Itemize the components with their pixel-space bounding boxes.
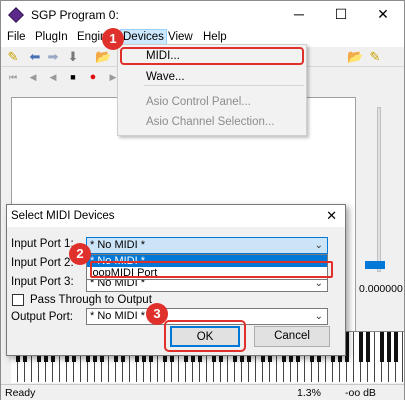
plugin-icon[interactable]: ✎ [5, 49, 21, 65]
input-port-1-select[interactable]: * No MIDI * ⌄ [86, 237, 328, 254]
menu-help[interactable]: Help [203, 31, 227, 43]
pass-through-checkbox[interactable] [12, 294, 24, 306]
title-bar: SGP Program 0: ─ ☐ ✕ [1, 1, 404, 29]
pass-through-label: Pass Through to Output [30, 294, 152, 306]
loopmidi-highlight-box [90, 261, 333, 278]
input-port-1-label: Input Port 1: [11, 238, 74, 250]
menu-item-wave[interactable]: Wave... [146, 71, 185, 83]
open-folder-icon[interactable]: 📂 [95, 49, 111, 65]
chevron-down-icon: ⌄ [314, 240, 323, 251]
menu-file[interactable]: File [7, 31, 26, 43]
app-icon [8, 7, 24, 23]
record-icon[interactable]: ● [85, 69, 101, 85]
edit-icon[interactable]: ✎ [367, 49, 383, 65]
piano-black-key[interactable] [380, 332, 384, 362]
chevron-down-icon: ⌄ [314, 311, 323, 322]
step-back-icon[interactable]: ◀ [45, 69, 61, 85]
rewind-start-icon[interactable]: ⏮ [5, 69, 21, 85]
down-arrow-icon[interactable]: ⬇ [65, 49, 81, 65]
cancel-button[interactable]: Cancel [254, 326, 330, 347]
input-port-3-label: Input Port 3: [11, 276, 74, 288]
menu-plugin[interactable]: PlugIn [35, 31, 68, 43]
input-port-1-value: * No MIDI * [90, 239, 146, 251]
status-bar: Ready 1.3% -oo dB [1, 384, 404, 400]
step-badge-1: 1 [102, 28, 124, 50]
piano-black-key[interactable] [366, 332, 370, 362]
status-db: -oo dB [345, 387, 376, 399]
menu-item-asio-channel-selection: Asio Channel Selection... [146, 116, 275, 128]
status-percent: 1.3% [297, 387, 321, 399]
input-port-2-label: Input Port 2: [11, 257, 74, 269]
piano-black-key[interactable] [359, 332, 363, 362]
maximize-button[interactable]: ☐ [324, 1, 358, 29]
menu-view[interactable]: View [168, 31, 193, 43]
dialog-close-button[interactable]: ✕ [326, 208, 337, 224]
piano-black-key[interactable] [394, 332, 398, 362]
output-port-label: Output Port: [11, 311, 74, 323]
forward-arrow-icon[interactable]: ➡ [45, 49, 61, 65]
menu-item-midi[interactable]: MIDI... [146, 50, 180, 62]
devices-dropdown: MIDI... Wave... Asio Control Panel... As… [117, 44, 307, 136]
open-folder-icon-right[interactable]: 📂 [347, 49, 363, 65]
level-slider-thumb[interactable] [365, 261, 385, 269]
stop-icon[interactable]: ■ [65, 69, 81, 85]
level-slider-track[interactable] [377, 107, 381, 272]
output-port-value: * No MIDI * [90, 310, 146, 322]
level-panel: 0.000000 [359, 97, 403, 347]
ok-highlight-box [164, 320, 246, 352]
step-badge-2: 2 [69, 243, 91, 265]
minimize-button[interactable]: ─ [282, 1, 316, 29]
close-button[interactable]: ✕ [366, 1, 400, 29]
piano-black-key[interactable] [387, 332, 391, 362]
step-badge-3: 3 [146, 303, 168, 325]
dialog-title: Select MIDI Devices [11, 210, 115, 222]
menu-item-asio-control-panel: Asio Control Panel... [146, 96, 251, 108]
rewind-icon[interactable]: ◀ [25, 69, 41, 85]
dialog-title-bar: Select MIDI Devices ✕ [7, 205, 345, 227]
menu-separator [144, 85, 304, 86]
level-value: 0.000000 [359, 283, 403, 295]
back-arrow-icon[interactable]: ⬅ [27, 49, 43, 65]
window-title: SGP Program 0: [31, 8, 119, 22]
status-ready: Ready [5, 387, 36, 399]
